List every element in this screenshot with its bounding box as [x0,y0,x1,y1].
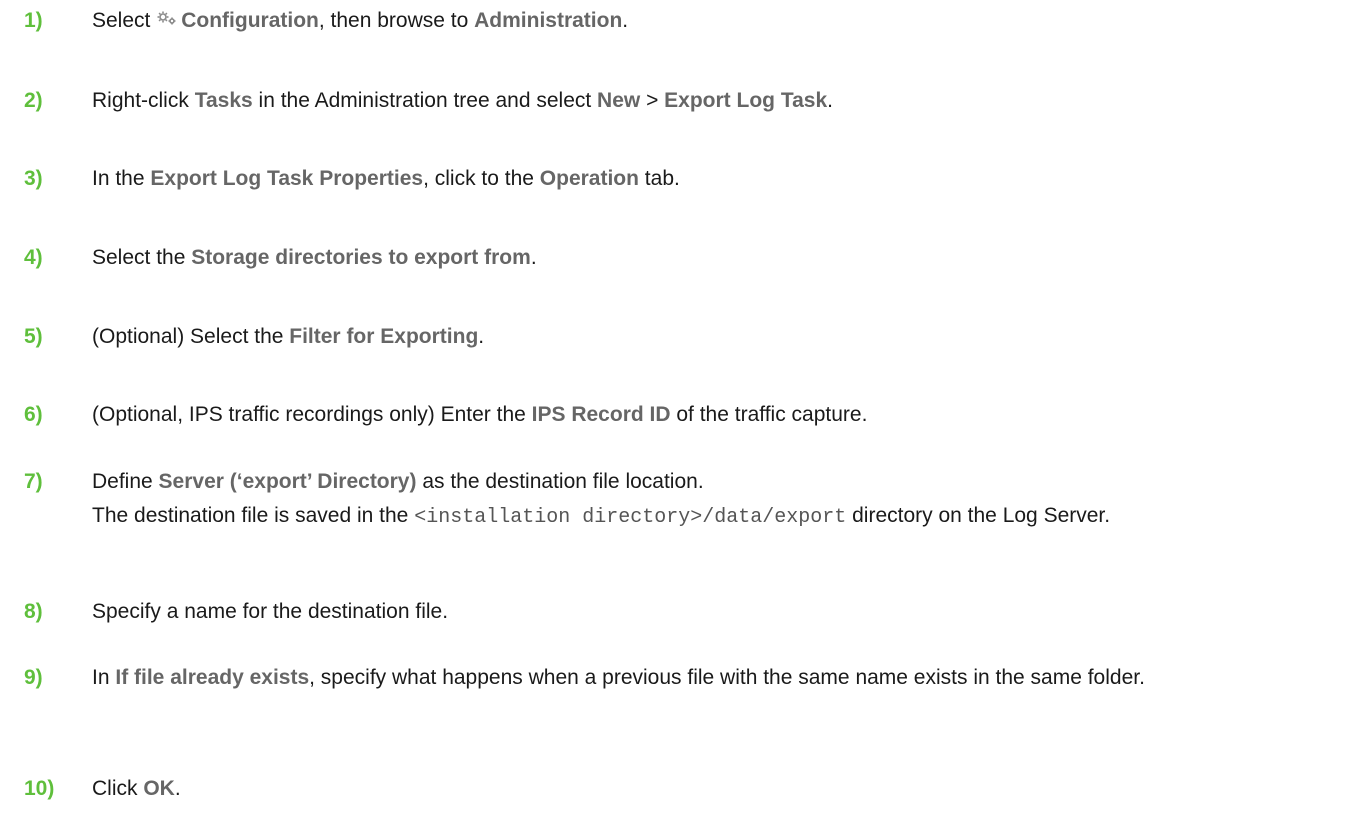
ui-label-operation: Operation [539,167,639,190]
step-text: (Optional, IPS traffic recordings only) … [92,400,1354,429]
step-text: Right-click Tasks in the Administration … [92,86,1354,115]
step-text: Select Configuration, then browse to Adm… [92,6,1354,36]
step-text-part: . [622,9,629,32]
step-text: In If file already exists, specify what … [92,663,1354,692]
step-text: Define Server (‘export’ Directory) as th… [92,467,1354,532]
ui-label-administration: Administration [474,9,623,32]
step-text-part: Select the [92,246,192,269]
ui-label-server-export-directory: Server (‘export’ Directory) [158,470,417,493]
step-note: The destination file is saved in the <in… [92,501,1354,532]
step-text-part: tab. [638,167,680,190]
step-text-part: > [640,89,665,112]
step-number: 4) [24,246,43,269]
step-number: 2) [24,89,43,112]
step-text-part: Click [92,777,144,800]
step-number: 3) [24,167,43,190]
step-number: 7) [24,470,43,493]
step-number: 1) [24,9,43,32]
ui-label-if-file-already-exists: If file already exists [115,666,310,689]
ui-label-new: New [597,89,641,112]
step-text-part: as the destination file location. [416,470,704,493]
file-path: <installation directory>/data/export [414,506,847,529]
ui-label-tasks: Tasks [194,89,253,112]
step-text: Click OK. [92,774,1354,803]
step-text-part: In the [92,167,151,190]
step-text-part: In [92,666,116,689]
step-text-part: Select [92,9,151,32]
step-number: 9) [24,666,43,689]
ui-label-ok: OK [143,777,175,800]
step-text-part: of the traffic capture. [670,403,868,426]
ui-label-export-log-task-properties: Export Log Task Properties [150,167,424,190]
ui-label-configuration: Configuration [181,9,319,32]
step-note-part: The destination file is saved in the [92,504,415,527]
step-number: 6) [24,403,43,426]
step-text-part: . [478,325,485,348]
step-text-part: , then browse to [318,9,475,32]
step-text-part: in the Administration tree and select [252,89,598,112]
step-text-part: Right-click [92,89,195,112]
step-text-part: , specify what happens when a previous f… [309,666,1145,689]
gears-icon [156,5,178,34]
step-text-part: . [827,89,833,112]
ui-label-export-log-task: Export Log Task [664,89,828,112]
ui-label-storage-directories: Storage directories to export from [191,246,531,269]
step-text-part: . [530,246,537,269]
step-text-part: Define [92,470,159,493]
step-text-part: . [174,777,181,800]
step-number: 5) [24,325,43,348]
ui-label-filter-for-exporting: Filter for Exporting [289,325,479,348]
step-text-part: Specify a name for the destination file. [92,600,449,623]
step-main-line: Define Server (‘export’ Directory) as th… [92,467,1354,496]
step-text: Select the Storage directories to export… [92,243,1354,272]
step-number: 10) [24,777,55,800]
step-text: In the Export Log Task Properties, click… [92,164,1354,193]
step-text-part: , click to the [423,167,540,190]
step-text-part: (Optional) Select the [92,325,290,348]
ui-label-ips-record-id: IPS Record ID [531,403,671,426]
step-text: Specify a name for the destination file. [92,597,1354,626]
step-text-part: (Optional, IPS traffic recordings only) … [92,403,532,426]
step-number: 8) [24,600,43,623]
step-text: (Optional) Select the Filter for Exporti… [92,322,1354,351]
step-note-part: directory on the Log Server. [846,504,1111,527]
